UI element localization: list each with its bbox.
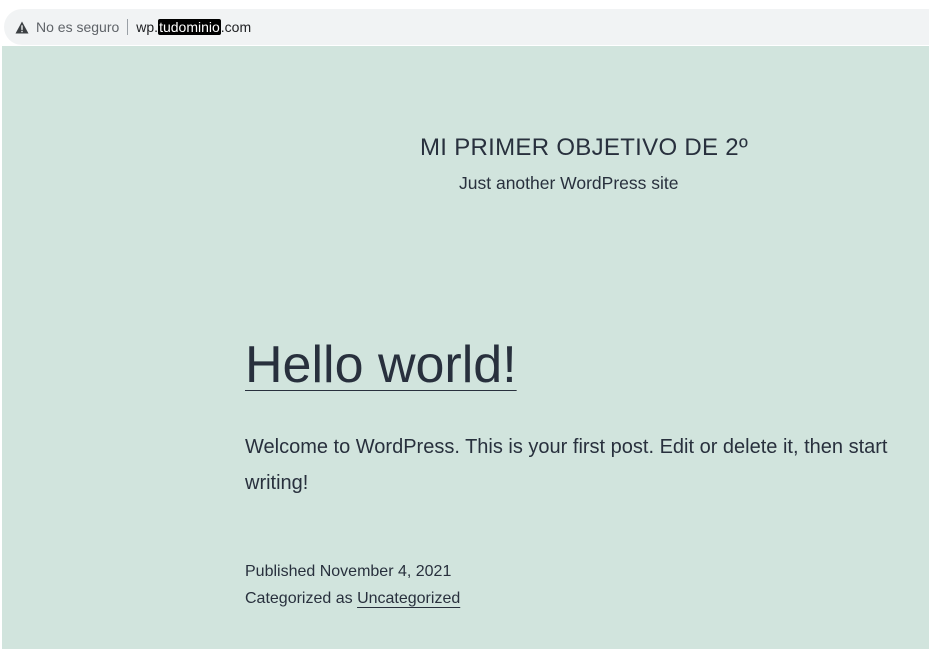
- url-prefix: wp.: [136, 19, 159, 35]
- category-line: Categorized as Uncategorized: [245, 585, 460, 612]
- address-divider: [127, 19, 129, 35]
- page-content: MI PRIMER OBJETIVO DE 2º Just another Wo…: [2, 46, 929, 649]
- site-description: Just another WordPress site: [459, 173, 679, 193]
- post-excerpt: Welcome to WordPress. This is your first…: [245, 436, 888, 494]
- categorized-label: Categorized as: [245, 590, 358, 607]
- site-title[interactable]: MI PRIMER OBJETIVO DE 2º: [420, 134, 748, 162]
- post-meta: Published November 4, 2021 Categorized a…: [245, 558, 460, 612]
- security-status-label[interactable]: No es seguro: [36, 19, 119, 35]
- post-title-link[interactable]: Hello world!: [245, 335, 517, 395]
- url-redacted-domain: tudominio: [158, 19, 221, 35]
- url-text[interactable]: wp.tudominio.com: [136, 19, 251, 35]
- address-bar[interactable]: No es seguro wp.tudominio.com: [4, 9, 929, 45]
- category-link[interactable]: Uncategorized: [357, 590, 460, 607]
- published-date: Published November 4, 2021: [245, 563, 452, 580]
- url-suffix: .com: [220, 19, 252, 35]
- warning-triangle-icon[interactable]: [14, 20, 30, 34]
